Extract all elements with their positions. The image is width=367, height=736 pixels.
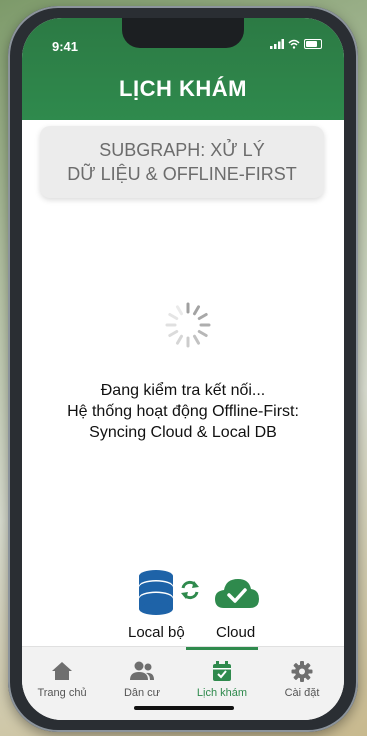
status-time: 9:41 bbox=[52, 39, 79, 54]
tab-settings-label: Cài đặt bbox=[284, 687, 320, 699]
tab-schedule[interactable]: Lịch khám bbox=[182, 647, 262, 707]
users-icon bbox=[130, 661, 154, 680]
cloud-label: Cloud bbox=[216, 624, 256, 641]
status-icons bbox=[270, 39, 322, 49]
home-icon bbox=[52, 662, 72, 680]
sync-arrows-icon bbox=[181, 580, 199, 600]
tab-settings[interactable]: Cài đặt bbox=[262, 647, 342, 707]
gear-icon bbox=[291, 661, 313, 682]
tab-residents[interactable]: Dân cư bbox=[102, 647, 182, 707]
battery-icon bbox=[304, 39, 322, 49]
subgraph-banner: SUBGRAPH: XỬ LÝ DỮ LIỆU & OFFLINE-FIRST bbox=[40, 126, 324, 198]
database-icon bbox=[139, 570, 173, 615]
app-screen: 9:41 LỊCH KHÁM SUBGRAPH: XỬ LÝ DỮ LIỆU &… bbox=[22, 18, 344, 720]
tab-home[interactable]: Trang chủ bbox=[22, 647, 102, 707]
home-indicator bbox=[134, 706, 234, 710]
tab-residents-label: Dân cư bbox=[123, 687, 161, 699]
page-title: LỊCH KHÁM bbox=[119, 76, 247, 101]
subgraph-line-2: DỮ LIỆU & OFFLINE-FIRST bbox=[67, 164, 297, 184]
phone-frame: 9:41 LỊCH KHÁM SUBGRAPH: XỬ LÝ DỮ LIỆU &… bbox=[8, 6, 358, 732]
loading-spinner-icon bbox=[165, 302, 211, 348]
calendar-icon bbox=[213, 661, 231, 681]
cloud-check-icon bbox=[215, 579, 259, 608]
wifi-icon bbox=[288, 39, 300, 49]
sync-diagram bbox=[22, 570, 344, 620]
subgraph-line-1: SUBGRAPH: XỬ LÝ bbox=[99, 140, 265, 160]
connection-status: Đang kiểm tra kết nối... Hệ thống hoạt đ… bbox=[22, 380, 344, 443]
notch bbox=[122, 18, 244, 48]
local-db-label: Local bộ bbox=[128, 624, 185, 641]
active-tab-indicator bbox=[186, 647, 258, 650]
app-header: 9:41 LỊCH KHÁM bbox=[22, 18, 344, 120]
status-line-3: Syncing Cloud & Local DB bbox=[89, 424, 277, 441]
status-line-2: Hệ thống hoạt động Offline-First: bbox=[67, 403, 299, 420]
status-line-1: Đang kiểm tra kết nối... bbox=[100, 382, 266, 399]
tab-schedule-label: Lịch khám bbox=[196, 687, 248, 699]
signal-icon bbox=[270, 39, 284, 49]
tab-home-label: Trang chủ bbox=[37, 687, 87, 699]
